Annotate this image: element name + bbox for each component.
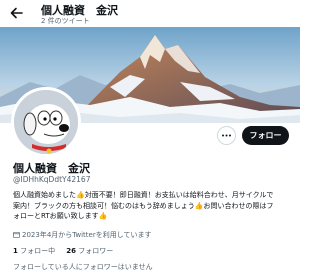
more-options-button[interactable] <box>217 126 236 145</box>
more-options-icon <box>222 134 231 137</box>
tweet-count: 2 件のツイート <box>41 17 90 25</box>
follow-stats: 1 フォロー中 26 フォロワー <box>13 246 113 256</box>
profile-name: 個人融資 金沢 <box>13 162 90 175</box>
joined-date: 2023年4月からTwitterを利用しています <box>13 230 152 240</box>
bio-line: ォローとRTお願い致します👍 <box>13 212 108 220</box>
top-bar: 個人融資 金沢 2 件のツイート <box>0 0 300 27</box>
following-link[interactable]: 1 フォロー中 <box>13 247 55 255</box>
following-label: フォロー中 <box>20 247 56 255</box>
profile-bio: 個人融資始めました👍対面不要！即日融資！お支払いは給料合わせ、月サイクルで 案内… <box>13 190 293 222</box>
no-common-followers: フォローしている人にフォロワーはいません <box>13 263 153 271</box>
back-arrow-icon[interactable] <box>9 5 25 21</box>
following-count: 1 <box>13 247 18 255</box>
bio-line: 案内！ブラックの方も相談可！悩むのはもう辞めましょう👍お問い合わせの際はフ <box>13 201 274 210</box>
follow-button[interactable]: フォロー <box>242 126 289 145</box>
joined-text: 2023年4月からTwitterを利用しています <box>22 231 152 239</box>
followers-count: 26 <box>66 247 76 255</box>
bio-line: 個人融資始めました👍対面不要！即日融資！お支払いは給料合わせ、月サイクルで <box>13 191 274 199</box>
profile-handle: @IDHhKqDdtY42167 <box>13 175 91 184</box>
calendar-icon <box>13 231 20 238</box>
followers-link[interactable]: 26 フォロワー <box>66 247 113 255</box>
followers-label: フォロワー <box>78 247 114 255</box>
avatar[interactable] <box>11 87 81 157</box>
